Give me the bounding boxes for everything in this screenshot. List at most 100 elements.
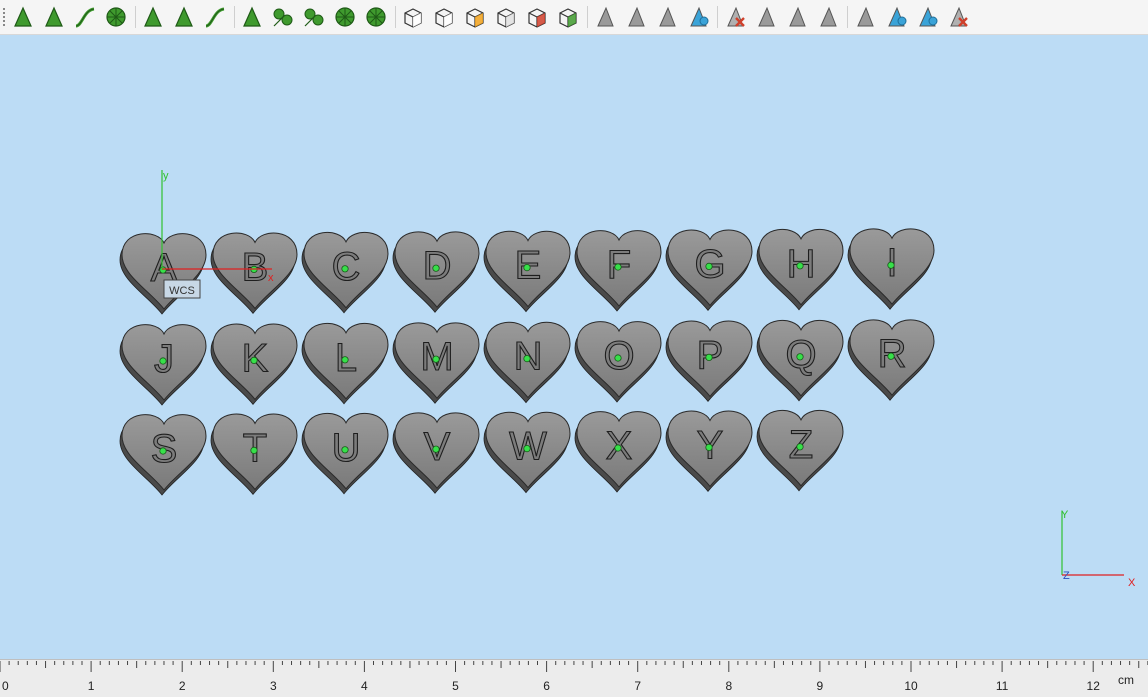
- heart-origin-marker[interactable]: [341, 356, 349, 364]
- heart-model-h[interactable]: H: [756, 228, 844, 311]
- heart-model-u[interactable]: U: [301, 412, 389, 495]
- heart-model-f[interactable]: F: [574, 230, 662, 312]
- box-outline-button[interactable]: [493, 4, 519, 30]
- heart-model-r[interactable]: R: [847, 319, 935, 401]
- heart-model-t[interactable]: T: [210, 413, 298, 496]
- heart-origin-marker[interactable]: [159, 357, 167, 365]
- heart-model-o[interactable]: O: [574, 321, 662, 403]
- heart-model-n[interactable]: N: [483, 321, 571, 404]
- box-highlight-button[interactable]: [462, 4, 488, 30]
- triad-z-label: Z: [1063, 570, 1070, 582]
- cursor-extrude-button[interactable]: [623, 4, 649, 30]
- heart-model-e[interactable]: E: [483, 230, 571, 313]
- sketch-arrow-icon: [14, 6, 32, 27]
- heart-origin-marker[interactable]: [432, 264, 440, 272]
- heart-origin-marker[interactable]: [159, 266, 167, 274]
- heart-model-v[interactable]: V: [392, 412, 480, 494]
- cursor-slice-button[interactable]: [654, 4, 680, 30]
- heart-model-j[interactable]: J: [119, 324, 207, 406]
- heart-origin-marker[interactable]: [159, 447, 167, 455]
- heart-model-i[interactable]: I: [847, 228, 935, 310]
- heart-origin-marker[interactable]: [705, 353, 713, 361]
- box-outline-icon: [497, 8, 515, 28]
- view-orientation-triad: Y X Z: [1061, 509, 1136, 589]
- cursor-dual-button[interactable]: [685, 4, 711, 30]
- heart-origin-marker[interactable]: [614, 263, 622, 271]
- heart-origin-marker[interactable]: [523, 355, 531, 363]
- heart-model-l[interactable]: L: [301, 322, 389, 405]
- heart-model-q[interactable]: Q: [756, 319, 844, 402]
- circular-array-button[interactable]: [363, 4, 389, 30]
- ruler-label: 2: [179, 679, 186, 693]
- ruler-label: 7: [634, 679, 641, 693]
- ruler-label: 3: [270, 679, 277, 693]
- wcs-y-label: y: [163, 170, 169, 182]
- eye-triangle-button[interactable]: [914, 4, 940, 30]
- viewport-canvas[interactable]: ABCDEFGHIJKLMNOPQRSTUVWXYZ y x WCS Y X Z: [0, 35, 1148, 659]
- cursor-gray-button[interactable]: [592, 4, 618, 30]
- heart-model-d[interactable]: D: [392, 231, 480, 313]
- heart-model-c[interactable]: C: [301, 231, 389, 314]
- delete-red-button[interactable]: [722, 4, 748, 30]
- heart-origin-marker[interactable]: [796, 262, 804, 270]
- box-select-faces-button[interactable]: [431, 4, 457, 30]
- parallelogram-button[interactable]: [815, 4, 841, 30]
- heart-origin-marker[interactable]: [705, 262, 713, 270]
- ruler-label: 11: [996, 679, 1009, 693]
- node-sphere-button[interactable]: [270, 4, 296, 30]
- revolve-button[interactable]: [103, 4, 129, 30]
- heart-model-y[interactable]: Y: [665, 410, 753, 493]
- heart-origin-marker[interactable]: [796, 443, 804, 451]
- toolbar-grip[interactable]: [3, 8, 5, 26]
- 3d-viewport[interactable]: ABCDEFGHIJKLMNOPQRSTUVWXYZ y x WCS Y X Z: [0, 35, 1148, 659]
- copy-triangle-button[interactable]: [784, 4, 810, 30]
- box-red-point-icon: [528, 8, 546, 28]
- heart-origin-marker[interactable]: [614, 444, 622, 452]
- copy-triangle-icon: [789, 6, 806, 27]
- radial-pattern-button[interactable]: [332, 4, 358, 30]
- light-ray-button[interactable]: [852, 4, 878, 30]
- sketch-face-button[interactable]: [41, 4, 67, 30]
- heart-origin-marker[interactable]: [250, 356, 258, 364]
- heart-model-w[interactable]: W: [483, 411, 571, 494]
- split-star-button[interactable]: [301, 4, 327, 30]
- box-red-point-button[interactable]: [524, 4, 550, 30]
- spline-button[interactable]: [202, 4, 228, 30]
- parallelogram-red-button[interactable]: [945, 4, 971, 30]
- ruler-ticks: [0, 661, 1148, 672]
- heart-origin-marker[interactable]: [523, 445, 531, 453]
- heart-origin-marker[interactable]: [432, 445, 440, 453]
- layered-view-button[interactable]: [883, 4, 909, 30]
- heart-origin-marker[interactable]: [614, 354, 622, 362]
- sweep-curve-button[interactable]: [72, 4, 98, 30]
- heart-origin-marker[interactable]: [341, 265, 349, 273]
- rectangle-sketch-button[interactable]: [140, 4, 166, 30]
- box-green-button[interactable]: [555, 4, 581, 30]
- heart-origin-marker[interactable]: [341, 446, 349, 454]
- heart-origin-marker[interactable]: [523, 264, 531, 272]
- heart-model-p[interactable]: P: [665, 320, 753, 403]
- heart-origin-marker[interactable]: [705, 443, 713, 451]
- heart-origin-marker[interactable]: [887, 261, 895, 269]
- heart-origin-marker[interactable]: [432, 355, 440, 363]
- heart-origin-marker[interactable]: [796, 353, 804, 361]
- blend-button[interactable]: [171, 4, 197, 30]
- heart-model-m[interactable]: M: [392, 322, 480, 404]
- heart-model-s[interactable]: S: [119, 414, 207, 496]
- toolbar-separator: [135, 6, 136, 28]
- box-select-button[interactable]: [400, 4, 426, 30]
- heart-origin-marker[interactable]: [887, 352, 895, 360]
- heart-model-g[interactable]: G: [665, 229, 753, 312]
- heart-model-x[interactable]: X: [574, 411, 662, 493]
- dashed-triangle-button[interactable]: [753, 4, 779, 30]
- mesh-surface-icon: [243, 6, 261, 27]
- ruler-label: 8: [725, 679, 732, 693]
- sketch-arrow-button[interactable]: [10, 4, 36, 30]
- heart-origin-marker[interactable]: [250, 446, 258, 454]
- mesh-surface-button[interactable]: [239, 4, 265, 30]
- radial-pattern-icon: [335, 7, 355, 27]
- heart-model-b[interactable]: B: [210, 232, 298, 315]
- heart-model-z[interactable]: Z: [756, 409, 844, 492]
- heart-model-a[interactable]: A: [119, 233, 207, 315]
- heart-model-k[interactable]: K: [210, 323, 298, 406]
